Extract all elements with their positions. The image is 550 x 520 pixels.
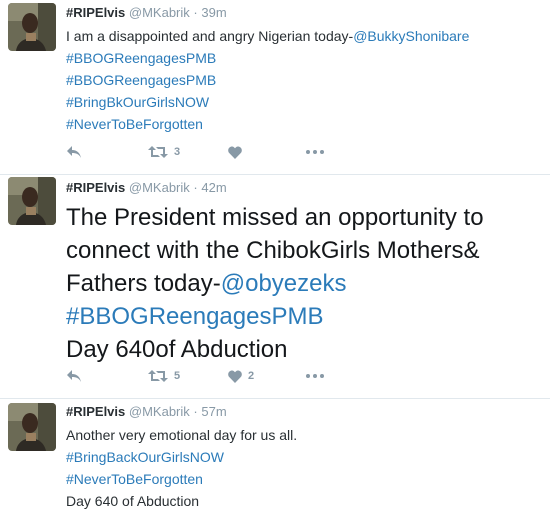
like-button[interactable]: 2 [228, 367, 254, 385]
more-icon [306, 150, 324, 154]
display-name[interactable]: #RIPElvis [66, 5, 125, 20]
like-count: 2 [248, 370, 255, 382]
display-name[interactable]: #RIPElvis [66, 180, 125, 195]
retweet-count: 3 [174, 146, 181, 158]
separator: · [193, 180, 198, 195]
text-segment: connect with the ChibokGirls Mothers& [66, 237, 480, 264]
tweet-line: #BBOGReengagesPMB [66, 69, 544, 91]
hashtag-link[interactable]: #NeverToBeForgotten [66, 116, 203, 132]
tweet-header: #RIPElvis @MKabrik · 42m [66, 180, 544, 196]
tweet[interactable]: #RIPElvis @MKabrik · 39m I am a disappoi… [0, 0, 550, 175]
hashtag-link[interactable]: #NeverToBeForgotten [66, 471, 203, 487]
tweet-header: #RIPElvis @MKabrik · 39m [66, 5, 544, 21]
text-segment: The President missed an opportunity to [66, 204, 484, 231]
text-segment: Fathers today- [66, 270, 221, 297]
tweet-actions: 5 2 [66, 367, 366, 385]
user-handle[interactable]: @MKabrik [129, 180, 190, 195]
timestamp[interactable]: 57m [201, 404, 226, 419]
retweet-button[interactable]: 5 [148, 367, 180, 385]
timestamp[interactable]: 42m [201, 180, 226, 195]
reply-icon [67, 146, 81, 158]
tweet-text: I am a disappointed and angry Nigerian t… [66, 25, 544, 135]
timestamp[interactable]: 39m [201, 5, 226, 20]
more-button[interactable] [306, 367, 324, 385]
tweet[interactable]: #RIPElvis @MKabrik · 42m The President m… [0, 175, 550, 399]
tweet-text: The President missed an opportunity to c… [66, 201, 544, 366]
avatar[interactable] [8, 177, 56, 225]
hashtag-link[interactable]: #BBOGReengagesPMB [66, 303, 323, 330]
like-button[interactable] [228, 143, 242, 161]
text-segment: Day 640 of Abduction [66, 493, 200, 509]
tweet-line: The President missed an opportunity to [66, 201, 544, 234]
hashtag-link[interactable]: #BringBackOurGirlsNOW [66, 449, 224, 465]
tweet-line: I am a disappointed and angry Nigerian t… [66, 25, 544, 47]
avatar[interactable] [8, 3, 56, 51]
tweet[interactable]: #RIPElvis @MKabrik · 57m Another very em… [0, 399, 550, 520]
more-button[interactable] [306, 143, 324, 161]
tweet-line: #NeverToBeForgotten [66, 468, 544, 490]
tweet-line: Day 640 of Abduction [66, 490, 544, 512]
heart-icon [228, 145, 242, 159]
text-segment: Another very emotional day for us all. [66, 427, 298, 443]
tweet-line: Day 640of Abduction [66, 333, 544, 366]
mention-link[interactable]: @obyezeks [221, 270, 347, 297]
user-handle[interactable]: @MKabrik [129, 5, 190, 20]
reply-icon [67, 370, 81, 382]
tweet-line: #BBOGReengagesPMB [66, 300, 544, 333]
separator: · [193, 5, 198, 20]
text-segment: I am a disappointed and angry Nigerian t… [66, 28, 354, 44]
tweet-line: Fathers today-@obyezeks [66, 267, 544, 300]
retweet-count: 5 [174, 370, 181, 382]
tweet-line: #BBOGReengagesPMB [66, 47, 544, 69]
retweet-icon [148, 146, 168, 158]
mention-link[interactable]: @BukkyShonibare [353, 28, 469, 44]
retweet-button[interactable]: 3 [148, 143, 180, 161]
heart-icon [228, 369, 242, 383]
tweet-line: Another very emotional day for us all. [66, 424, 544, 446]
tweet-line: #BringBkOurGirlsNOW [66, 91, 544, 113]
hashtag-link[interactable]: #BringBkOurGirlsNOW [66, 94, 209, 110]
reply-button[interactable] [66, 367, 82, 385]
tweet-actions: 3 [66, 143, 366, 161]
hashtag-link[interactable]: #BBOGReengagesPMB [66, 50, 216, 66]
avatar[interactable] [8, 403, 56, 451]
separator: · [193, 404, 198, 419]
tweet-header: #RIPElvis @MKabrik · 57m [66, 404, 544, 420]
retweet-icon [148, 370, 168, 382]
tweet-line: #BringBackOurGirlsNOW [66, 446, 544, 468]
tweet-line: connect with the ChibokGirls Mothers& [66, 234, 544, 267]
more-icon [306, 374, 324, 378]
user-handle[interactable]: @MKabrik [129, 404, 190, 419]
text-segment: Day 640of Abduction [66, 336, 288, 363]
tweet-line: #NeverToBeForgotten [66, 113, 544, 135]
tweet-text: Another very emotional day for us all. #… [66, 424, 544, 512]
hashtag-link[interactable]: #BBOGReengagesPMB [66, 72, 216, 88]
reply-button[interactable] [66, 143, 82, 161]
display-name[interactable]: #RIPElvis [66, 404, 125, 419]
